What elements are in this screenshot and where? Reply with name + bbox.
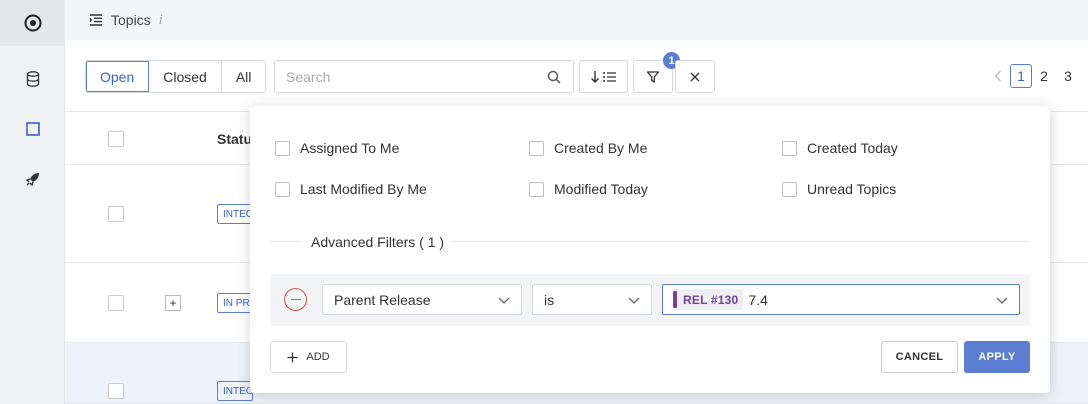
status-tabs: Open Closed All xyxy=(85,60,267,93)
page-title: Topics xyxy=(111,12,151,28)
quick-filter-last-modified-by-me[interactable]: Last Modified By Me xyxy=(275,181,427,197)
remove-filter-button[interactable] xyxy=(284,288,307,311)
tab-open[interactable]: Open xyxy=(86,61,150,92)
filter-popup: Assigned To Me Created By Me Created Tod… xyxy=(250,106,1050,393)
quick-filter-label: Created Today xyxy=(807,140,898,156)
search-box xyxy=(274,60,574,93)
page-2[interactable]: 2 xyxy=(1032,64,1056,88)
advanced-filters-label: Advanced Filters ( 1 ) xyxy=(311,234,445,250)
quick-filter-unread-topics[interactable]: Unread Topics xyxy=(782,181,896,197)
clear-filter-button[interactable] xyxy=(675,60,715,93)
info-icon[interactable]: i xyxy=(159,13,163,28)
quick-filter-created-by-me[interactable]: Created By Me xyxy=(529,140,647,156)
add-filter-button[interactable]: ADD xyxy=(270,341,347,373)
row-checkbox[interactable] xyxy=(108,206,124,222)
quick-filter-label: Modified Today xyxy=(554,181,648,197)
toolbar: Open Closed All 1 1 2 3 4 xyxy=(65,40,1088,112)
chevron-down-icon xyxy=(628,297,640,304)
chevron-down-icon xyxy=(498,297,510,304)
release-chip: REL #130 xyxy=(673,289,744,310)
prev-page-button[interactable] xyxy=(986,64,1010,88)
target-icon xyxy=(24,14,41,32)
square-icon xyxy=(25,122,40,136)
sidebar-item-database[interactable] xyxy=(0,66,65,92)
sidebar-logo[interactable] xyxy=(0,0,65,46)
quick-filter-label: Last Modified By Me xyxy=(300,181,427,197)
chevron-down-icon xyxy=(996,297,1008,304)
row-checkbox[interactable] xyxy=(108,383,124,399)
quick-filter-modified-today[interactable]: Modified Today xyxy=(529,181,648,197)
quick-filter-label: Unread Topics xyxy=(807,181,897,197)
checkbox[interactable] xyxy=(782,140,797,156)
sidebar-item-topics[interactable] xyxy=(0,116,65,142)
quick-filter-assigned-to-me[interactable]: Assigned To Me xyxy=(275,140,399,156)
apply-button[interactable]: APPLY xyxy=(964,341,1030,373)
filter-icon xyxy=(646,70,660,83)
divider xyxy=(450,241,1030,242)
sidebar-item-releases[interactable] xyxy=(0,166,65,192)
filter-field-select[interactable]: Parent Release xyxy=(322,284,522,315)
quick-filter-label: Assigned To Me xyxy=(300,140,400,156)
checkbox[interactable] xyxy=(529,181,544,197)
column-header-status[interactable]: Statu xyxy=(217,131,252,147)
filter-field-value: Parent Release xyxy=(334,291,431,308)
search-input[interactable] xyxy=(286,68,573,85)
cancel-button[interactable]: CANCEL xyxy=(881,341,958,373)
sort-icon xyxy=(590,70,616,83)
release-color-bar xyxy=(673,291,677,308)
menu-indent-icon[interactable] xyxy=(89,14,103,26)
page-1[interactable]: 1 xyxy=(1010,64,1032,88)
quick-filter-created-today[interactable]: Created Today xyxy=(782,140,898,156)
pagination: 1 2 3 4 xyxy=(986,64,1088,88)
release-id: REL #130 xyxy=(683,292,739,307)
tab-all[interactable]: All xyxy=(221,61,266,92)
checkbox[interactable] xyxy=(529,140,544,156)
page-3[interactable]: 3 xyxy=(1056,64,1080,88)
status-badge: INTEGR xyxy=(217,204,253,224)
release-version: 7.4 xyxy=(748,291,768,308)
divider xyxy=(270,241,302,242)
status-badge: INTEGR xyxy=(217,381,253,401)
select-all-checkbox[interactable] xyxy=(108,131,124,147)
checkbox[interactable] xyxy=(275,181,290,197)
chevron-left-icon xyxy=(994,70,1001,82)
database-icon xyxy=(26,71,39,87)
checkbox[interactable] xyxy=(275,140,290,156)
page-4[interactable]: 4 xyxy=(1080,64,1088,88)
plus-icon xyxy=(287,352,298,362)
filter-value-select[interactable]: REL #130 7.4 xyxy=(662,284,1020,315)
status-badge: IN PR xyxy=(217,293,253,313)
expand-row-button[interactable]: + xyxy=(165,295,181,311)
filter-operator-value: is xyxy=(544,291,555,308)
sidebar xyxy=(0,0,65,404)
checkbox[interactable] xyxy=(782,181,797,197)
page-header: Topics i xyxy=(65,0,1088,40)
tab-closed[interactable]: Closed xyxy=(149,61,222,92)
advanced-filter-row: Parent Release is REL #130 7.4 xyxy=(270,274,1030,326)
filter-operator-select[interactable]: is xyxy=(532,284,652,315)
row-checkbox[interactable] xyxy=(108,295,124,311)
rocket-icon xyxy=(25,173,39,187)
search-icon[interactable] xyxy=(547,70,561,84)
close-icon xyxy=(690,72,700,81)
quick-filter-label: Created By Me xyxy=(554,140,648,156)
sort-button[interactable] xyxy=(579,60,628,93)
add-filter-label: ADD xyxy=(306,351,330,363)
minus-icon xyxy=(290,298,301,301)
